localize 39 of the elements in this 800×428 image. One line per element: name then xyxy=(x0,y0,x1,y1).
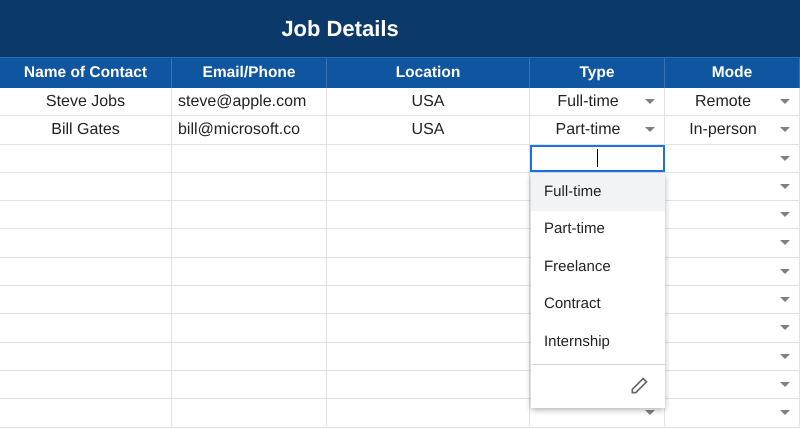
column-header: Name of Contact xyxy=(24,63,148,84)
column-header: Mode xyxy=(712,63,752,84)
dropdown-arrow-icon[interactable] xyxy=(780,297,790,302)
text-cursor xyxy=(596,149,598,168)
table-cell: In-person xyxy=(665,116,800,144)
table-cell: Remote xyxy=(665,88,800,116)
dropdown-option[interactable]: Internship xyxy=(531,323,665,360)
dropdown-option[interactable]: Contract xyxy=(531,286,665,323)
dropdown-option[interactable]: Part-time xyxy=(531,210,665,248)
dropdown-arrow-icon[interactable] xyxy=(780,240,790,246)
dropdown-arrow-icon[interactable] xyxy=(780,268,790,274)
dropdown-arrow-icon[interactable] xyxy=(780,156,790,161)
column-header: Type xyxy=(579,63,615,84)
dropdown-arrow-icon[interactable] xyxy=(780,212,790,218)
table-cell: Part-time xyxy=(530,116,665,144)
dropdown-arrow-icon[interactable] xyxy=(780,382,790,387)
dropdown-arrow-icon[interactable] xyxy=(780,99,790,104)
table-cell: steve@apple.com xyxy=(172,88,327,116)
table-cell: Bill Gates xyxy=(0,116,172,144)
sheet-title: Job Details xyxy=(281,15,399,43)
dropdown-option[interactable]: Freelance xyxy=(531,248,665,286)
table-cell: Full-time xyxy=(530,88,665,116)
column-header: Location xyxy=(396,63,460,84)
dropdown-arrow-icon[interactable] xyxy=(645,99,655,104)
dropdown-arrow-icon[interactable] xyxy=(780,127,790,132)
column-header: Email/Phone xyxy=(202,63,296,84)
table-cell: Steve Jobs xyxy=(0,88,172,116)
dropdown-arrow-icon[interactable] xyxy=(780,184,790,189)
dropdown-option[interactable]: Full-time xyxy=(531,173,665,210)
edit-icon[interactable] xyxy=(629,376,649,396)
table-cell: USA xyxy=(327,88,530,116)
table-cell: USA xyxy=(327,116,530,144)
dropdown-arrow-icon[interactable] xyxy=(780,410,790,416)
dropdown-arrow-icon[interactable] xyxy=(645,127,655,132)
table-cell: bill@microsoft.co xyxy=(172,116,327,144)
dropdown-arrow-icon[interactable] xyxy=(780,325,790,330)
cell-editor[interactable] xyxy=(530,144,665,172)
dropdown-arrow-icon[interactable] xyxy=(780,354,790,359)
dropdown-arrow-icon[interactable] xyxy=(645,410,655,416)
